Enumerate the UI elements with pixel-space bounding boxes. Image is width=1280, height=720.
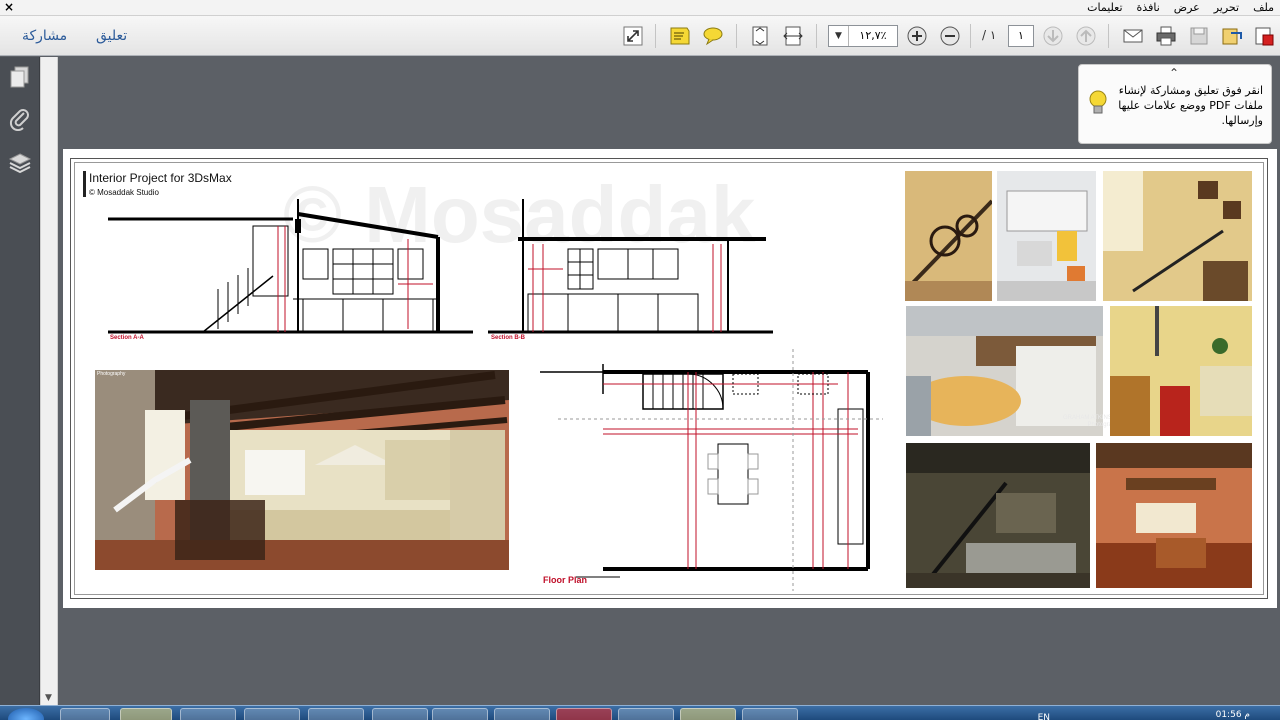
start-button[interactable] — [8, 708, 44, 720]
lightbulb-icon — [1087, 89, 1109, 123]
stair-railing-photo — [905, 171, 992, 301]
vertical-scrollbar[interactable]: ▼ — [40, 57, 58, 705]
page-number-input[interactable]: ١ — [1008, 25, 1034, 47]
title-accent-bar — [83, 171, 86, 197]
toolbar-separator — [736, 24, 737, 48]
staircase-photo — [1103, 171, 1252, 301]
photo-tag: Photography — [97, 371, 126, 377]
scroll-down-icon[interactable]: ▼ — [45, 693, 52, 703]
close-icon[interactable]: × — [4, 0, 14, 15]
menu-edit[interactable]: تحرير — [1214, 0, 1239, 16]
fit-width-icon[interactable] — [781, 24, 805, 48]
menu-file[interactable]: ملف — [1253, 0, 1274, 16]
print-icon[interactable] — [1154, 24, 1178, 48]
page-title: Interior Project for 3DsMax — [89, 171, 232, 185]
attachment-icon[interactable] — [8, 107, 32, 132]
expand-icon[interactable] — [621, 24, 645, 48]
taskbar-app-icon[interactable] — [180, 708, 236, 720]
menu-bar: × ملف تحرير عرض نافذة تعليمات — [0, 0, 1280, 16]
taskbar-opera-icon[interactable] — [244, 708, 300, 720]
page-down-icon[interactable] — [1041, 24, 1065, 48]
zoom-value[interactable]: ١٢,٧٪ — [849, 26, 897, 46]
pages-icon[interactable] — [8, 65, 32, 89]
menu-list: ملف تحرير عرض نافذة تعليمات — [1087, 0, 1274, 16]
toolbar: مشاركة تعليق ▼ ١٢,٧٪ / ١ ١ — [0, 16, 1280, 56]
white-loft-photo — [997, 171, 1096, 301]
kitchen-corner-photo — [1110, 306, 1252, 436]
industrial-kitchen-photo — [906, 443, 1090, 588]
kitchen-render-image — [95, 370, 509, 570]
menu-help[interactable]: تعليمات — [1087, 0, 1122, 16]
clock[interactable]: 01:56 م — [1216, 710, 1250, 720]
page-up-icon[interactable] — [1074, 24, 1098, 48]
taskbar: EN 01:56 م — [0, 705, 1280, 720]
rustic-kitchen-photo — [1096, 443, 1252, 588]
fit-page-icon[interactable] — [748, 24, 772, 48]
zoom-in-icon[interactable] — [905, 24, 929, 48]
left-navigation-pane — [0, 57, 40, 720]
floor-plan-drawing — [540, 349, 883, 591]
taskbar-app-icon[interactable] — [618, 708, 674, 720]
section-b-drawing — [488, 199, 773, 334]
taskbar-app-icon[interactable] — [680, 708, 736, 720]
share-link[interactable]: مشاركة — [22, 28, 67, 44]
section-a-drawing — [108, 199, 473, 334]
sticky-note-icon[interactable] — [668, 24, 692, 48]
pdf-page[interactable]: © Mosaddak Interior Project for 3DsMax ©… — [63, 149, 1277, 608]
speech-bubble-icon[interactable] — [701, 24, 725, 48]
toolbar-separator — [970, 24, 971, 48]
menu-view[interactable]: عرض — [1174, 0, 1200, 16]
section-a-label: Section A-A — [110, 335, 144, 341]
chevron-down-icon[interactable]: ▼ — [829, 26, 849, 46]
collapse-tip-icon[interactable]: ⌃ — [1169, 66, 1179, 80]
zoom-combobox[interactable]: ▼ ١٢,٧٪ — [828, 25, 898, 47]
comment-link[interactable]: تعليق — [96, 28, 127, 44]
tip-panel: ⌃ انقر فوق تعليق ومشاركة لإنشاء ملفات PD… — [1078, 64, 1272, 144]
menu-window[interactable]: نافذة — [1137, 0, 1160, 16]
taskbar-explorer-icon[interactable] — [120, 708, 172, 720]
taskbar-app-icon[interactable] — [432, 708, 488, 720]
toolbar-separator — [655, 24, 656, 48]
save-icon[interactable] — [1187, 24, 1211, 48]
taskbar-adobe-reader-icon[interactable] — [556, 708, 612, 720]
language-indicator[interactable]: EN — [1038, 713, 1050, 720]
zoom-out-icon[interactable] — [938, 24, 962, 48]
layers-icon[interactable] — [8, 151, 32, 175]
section-b-label: Section B-B — [491, 335, 526, 341]
toolbar-separator — [816, 24, 817, 48]
taskbar-app-icon[interactable] — [742, 708, 798, 720]
create-pdf-icon[interactable] — [1220, 24, 1244, 48]
taskbar-ie-icon[interactable] — [60, 708, 110, 720]
taskbar-chrome-icon[interactable] — [308, 708, 364, 720]
taskbar-firefox-icon[interactable] — [372, 708, 428, 720]
taskbar-app-icon[interactable] — [494, 708, 550, 720]
toolbar-separator — [1108, 24, 1109, 48]
email-icon[interactable] — [1121, 24, 1145, 48]
page-total: / ١ — [982, 28, 997, 42]
open-icon[interactable] — [1252, 24, 1276, 48]
floor-plan-label: Floor Plan — [543, 575, 588, 585]
tip-text: انقر فوق تعليق ومشاركة لإنشاء ملفات PDF … — [1118, 84, 1263, 127]
